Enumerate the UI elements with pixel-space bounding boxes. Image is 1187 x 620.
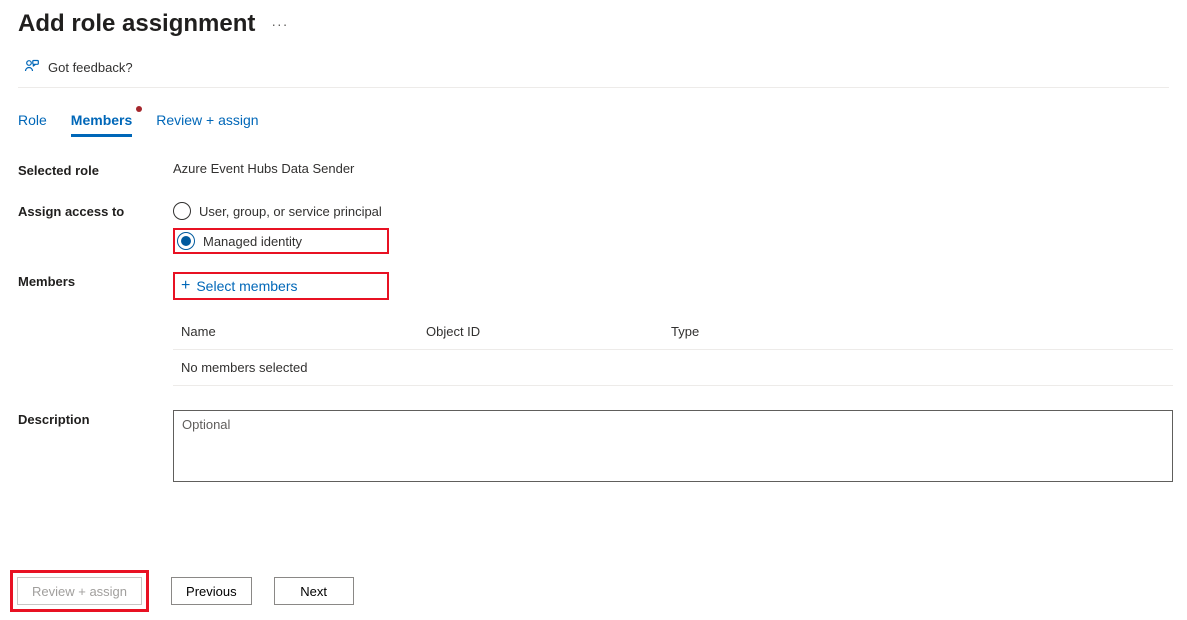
select-members-link[interactable]: + Select members <box>177 276 302 296</box>
col-header-type: Type <box>671 324 1165 339</box>
tab-bar: Role Members Review + assign <box>18 88 1169 137</box>
radio-user-group-principal[interactable]: User, group, or service principal <box>173 202 1169 220</box>
selected-role-value: Azure Event Hubs Data Sender <box>173 161 1169 176</box>
radio-managed-identity[interactable]: Managed identity <box>177 232 385 250</box>
col-header-name: Name <box>181 324 426 339</box>
members-row: Members + Select members Name Object ID … <box>18 272 1169 386</box>
page-title: Add role assignment <box>18 10 255 38</box>
selected-role-label: Selected role <box>18 161 173 178</box>
tab-role[interactable]: Role <box>18 106 47 137</box>
description-label: Description <box>18 410 173 427</box>
tab-label: Review + assign <box>156 112 258 128</box>
review-assign-button[interactable]: Review + assign <box>17 577 142 605</box>
radio-icon <box>177 232 195 250</box>
tab-review-assign[interactable]: Review + assign <box>156 106 258 137</box>
col-header-object-id: Object ID <box>426 324 671 339</box>
feedback-link[interactable]: Got feedback? <box>18 42 1169 88</box>
description-textarea[interactable] <box>173 410 1173 482</box>
assign-access-row: Assign access to User, group, or service… <box>18 202 1169 254</box>
ellipsis-icon[interactable]: ··· <box>271 16 288 32</box>
footer-bar: Review + assign Previous Next <box>0 560 354 620</box>
table-empty-text: No members selected <box>181 360 307 375</box>
select-members-text: Select members <box>196 278 297 294</box>
status-dot-icon <box>136 106 142 112</box>
table-header: Name Object ID Type <box>173 314 1173 350</box>
radio-dot-icon <box>181 236 191 246</box>
members-label: Members <box>18 272 173 289</box>
feedback-label: Got feedback? <box>48 60 133 75</box>
highlight-managed-identity: Managed identity <box>173 228 389 254</box>
person-feedback-icon <box>24 58 40 77</box>
previous-button[interactable]: Previous <box>171 577 252 605</box>
tab-members[interactable]: Members <box>71 106 132 137</box>
highlight-select-members: + Select members <box>173 272 389 300</box>
radio-icon <box>173 202 191 220</box>
highlight-review-assign: Review + assign <box>10 570 149 612</box>
table-empty-row: No members selected <box>173 350 1173 386</box>
radio-label: User, group, or service principal <box>199 204 382 219</box>
page-header: Add role assignment ··· <box>18 0 1169 42</box>
members-table: Name Object ID Type No members selected <box>173 314 1173 386</box>
radio-label: Managed identity <box>203 234 302 249</box>
plus-icon: + <box>181 278 190 294</box>
tab-label: Role <box>18 112 47 128</box>
next-button[interactable]: Next <box>274 577 354 605</box>
description-row: Description <box>18 410 1169 485</box>
selected-role-row: Selected role Azure Event Hubs Data Send… <box>18 161 1169 178</box>
assign-access-label: Assign access to <box>18 202 173 219</box>
tab-label: Members <box>71 112 132 128</box>
